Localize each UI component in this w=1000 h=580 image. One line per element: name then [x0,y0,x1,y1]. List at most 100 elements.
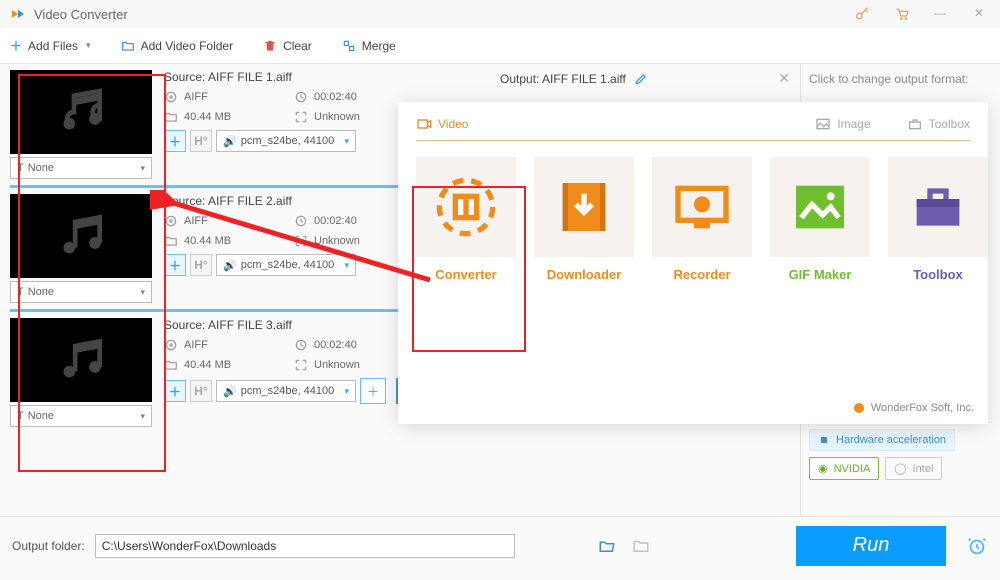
tool-recorder[interactable]: Recorder [652,157,752,282]
text-icon: T [17,286,24,298]
close-button[interactable]: ✕ [974,6,990,22]
add-files-button[interactable]: ＋ Add Files ▾ [10,37,91,54]
run-button[interactable]: Run [796,526,946,566]
popup-brand: WonderFox Soft, Inc. [853,402,974,414]
output-format-button[interactable] [629,534,653,558]
chevron-down-icon: ▾ [344,260,349,271]
file-thumbnail[interactable] [10,318,152,402]
output-folder-label: Output folder: [12,539,85,553]
codec-select[interactable]: 🔊pcm_s24be, 44100 ▾ [216,130,356,152]
tool-recorder-label: Recorder [652,267,752,282]
source-label: Source: AIFF FILE 1.aiff [164,70,478,84]
tab-image[interactable]: Image [815,116,870,132]
folder-icon [164,110,178,124]
codec-select[interactable]: 🔊pcm_s24be, 44100 ▾ [216,380,356,402]
downloader-icon [552,175,616,239]
codec-value: pcm_s24be, 44100 [241,385,335,397]
nvidia-badge[interactable]: ◉NVIDIA [809,457,879,480]
change-format-hint: Click to change output format: [809,72,992,86]
hd-button[interactable]: H° [190,130,212,152]
run-label: Run [853,534,890,557]
resolution-value: Unknown [314,235,360,247]
size-value: 40.44 MB [184,235,231,247]
add-edit-button[interactable]: ＋ [360,378,386,404]
clear-button[interactable]: Clear [263,39,312,53]
file-thumbnail[interactable] [10,70,152,154]
hd-button[interactable]: H° [190,254,212,276]
subtitle-value: None [28,286,54,298]
schedule-icon[interactable] [966,535,988,557]
add-folder-button[interactable]: Add Video Folder [121,39,234,53]
hd-button[interactable]: H° [190,380,212,402]
remove-item-button[interactable]: ✕ [778,70,790,87]
recorder-icon [670,175,734,239]
tool-gif-maker[interactable]: GIF Maker [770,157,870,282]
tool-toolbox-label: Toolbox [888,267,988,282]
trash-icon [263,39,277,53]
key-icon[interactable] [854,6,870,22]
chevron-down-icon: ▾ [140,287,145,298]
nvidia-label: NVIDIA [834,463,871,475]
tab-video-label: Video [438,117,468,131]
disc-icon [164,90,178,104]
resolution-value: Unknown [314,359,360,371]
open-folder-button[interactable] [595,534,619,558]
format-value: AIFF [184,91,208,103]
file-thumbnail[interactable] [10,194,152,278]
titlebar: Video Converter — ✕ [0,0,1000,28]
add-track-button[interactable]: ＋ [164,380,186,402]
subtitle-value: None [28,162,54,174]
add-track-button[interactable]: ＋ [164,130,186,152]
clock-icon [294,214,308,228]
disc-icon [164,338,178,352]
tab-video[interactable]: Video [416,116,468,132]
briefcase-icon [906,175,970,239]
resolution-value: Unknown [314,111,360,123]
size-value: 40.44 MB [184,111,231,123]
cart-icon[interactable] [894,6,910,22]
tool-converter-label: Converter [416,267,516,282]
subtitle-select[interactable]: T None ▾ [10,281,152,303]
tool-downloader-label: Downloader [534,267,634,282]
clock-icon [294,90,308,104]
intel-badge[interactable]: ◯Intel [885,457,942,480]
subtitle-select[interactable]: T None ▾ [10,157,152,179]
tab-toolbox-label: Toolbox [929,117,970,131]
hw-accel-badge[interactable]: Hardware acceleration [809,429,955,451]
output-folder-input[interactable] [95,534,515,558]
tool-toolbox[interactable]: Toolbox [888,157,988,282]
subtitle-select[interactable]: T None ▾ [10,405,152,427]
music-icon [53,208,109,264]
tab-toolbox[interactable]: Toolbox [907,116,970,132]
disc-icon [164,214,178,228]
brand-label: WonderFox Soft, Inc. [871,402,974,414]
app-title: Video Converter [34,7,854,22]
chevron-down-icon: ▾ [86,40,91,51]
clock-icon [294,338,308,352]
codec-select[interactable]: 🔊pcm_s24be, 44100 ▾ [216,254,356,276]
footer: Output folder: Run [0,516,1000,574]
video-icon [416,116,432,132]
folder-open-icon [598,537,616,555]
codec-value: pcm_s24be, 44100 [241,259,335,271]
add-files-label: Add Files [28,39,78,53]
tool-downloader[interactable]: Downloader [534,157,634,282]
tool-converter[interactable]: Converter [416,157,516,282]
size-value: 40.44 MB [184,359,231,371]
toolbox-icon [907,116,923,132]
merge-label: Merge [362,39,396,53]
brand-icon [853,402,865,414]
merge-button[interactable]: Merge [342,39,396,53]
converter-icon [434,175,498,239]
chevron-down-icon: ▾ [344,136,349,147]
add-folder-label: Add Video Folder [141,39,234,53]
add-track-button[interactable]: ＋ [164,254,186,276]
plus-icon: ＋ [10,37,22,54]
music-icon [53,84,109,140]
app-logo [10,6,26,22]
tool-popup: Video Image Toolbox Converter Downloader… [398,102,988,424]
chip-icon [818,434,830,446]
edit-icon[interactable] [634,72,648,86]
speaker-icon: 🔊 [223,135,237,148]
minimize-button[interactable]: — [934,6,950,22]
